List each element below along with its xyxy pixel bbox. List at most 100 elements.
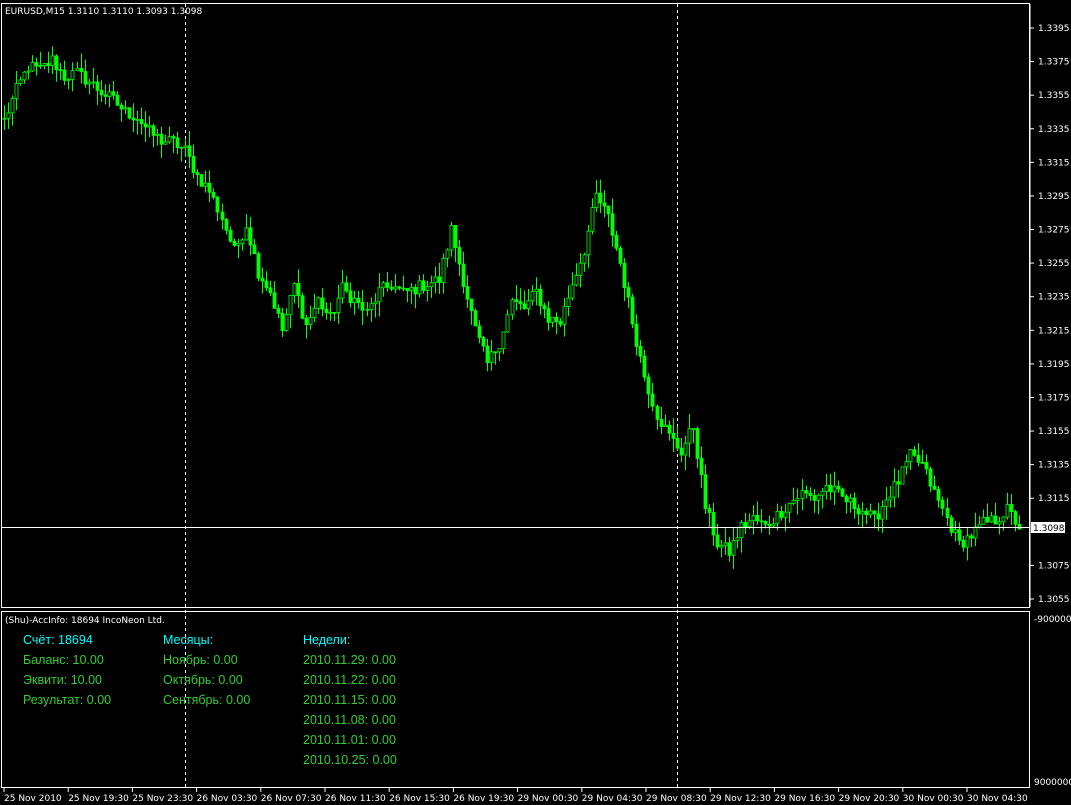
candle [800,478,805,511]
candle [683,435,688,470]
candle [514,285,519,311]
candle [719,540,724,558]
candle [795,488,800,515]
candle [791,487,796,505]
candle [586,224,591,269]
candle [856,504,861,526]
candle [336,284,341,324]
candle [860,502,865,529]
candle [828,473,833,500]
candle [747,513,752,529]
main-chart-frame [1,3,1030,608]
candle [50,46,55,75]
candle [501,331,506,355]
time-label: 26 Nov 15:30 [389,794,450,804]
time-label: 26 Nov 03:30 [197,794,258,804]
candle [445,248,450,268]
candle [272,281,277,309]
candle [558,318,563,328]
candle [489,339,494,371]
candle [409,282,414,305]
candle [876,502,881,532]
candle [497,348,502,361]
candle [735,526,740,549]
candle [622,258,627,302]
candle [264,271,269,292]
account-number: Счёт: 18694 [23,633,93,647]
candle [703,464,708,514]
candle [163,134,168,145]
week-row: 2010.11.22: 0.00 [303,673,396,687]
candle [824,474,829,500]
candle [220,203,225,230]
candle [42,62,47,70]
candle [147,115,152,138]
price-label: 1.3115 [1038,494,1070,504]
candle [280,307,285,337]
candle [518,288,523,311]
candle [526,288,531,316]
candle [22,70,27,84]
candle [461,251,466,294]
price-label: 1.3315 [1038,158,1070,168]
candle [232,238,237,247]
candle [453,224,458,263]
candle [707,504,712,528]
price-label: 1.3375 [1038,58,1070,68]
months-header: Месяцы: [163,633,214,647]
candle [54,54,59,82]
candle [34,57,39,76]
candle [119,102,124,122]
candle [139,107,144,135]
candle [79,53,84,84]
candle [95,74,100,105]
weeks-header: Недели: [303,633,351,647]
candle [175,131,180,155]
candle [904,454,909,475]
candle [949,514,954,537]
candle [723,528,728,555]
candle [852,492,857,519]
candle [896,470,901,498]
price-label: 1.3235 [1038,293,1070,303]
candle [775,503,780,531]
price-label: 1.3055 [1038,595,1070,605]
candle [675,426,680,451]
candle [236,239,241,259]
candle [473,308,478,327]
candle [66,77,71,90]
month-row: Ноябрь: 0.00 [163,653,238,667]
candle [465,275,470,308]
candle [143,111,148,142]
candle [171,134,176,153]
price-axis: 1.3395 1.3375 1.3355 1.3335 1.3315 1.3295 1.32… [1029,4,1070,607]
price-label: 1.3275 [1038,226,1070,236]
candle [510,297,515,320]
candle [989,511,994,523]
candle [308,305,313,330]
time-label: 29 Nov 00:30 [518,794,579,804]
candlesticks [2,46,1022,569]
candle [920,449,925,465]
candle [969,533,974,548]
time-label: 25 Nov 23:30 [132,794,193,804]
candle [554,312,559,335]
candle [659,406,664,435]
candle [953,520,958,542]
equity: Эквити: 10.00 [23,673,103,687]
candle [477,320,482,344]
candle [924,454,929,475]
candle [397,285,402,291]
candle [932,475,937,490]
candle [505,309,510,333]
candle [135,110,140,135]
candle [203,170,208,193]
candle [667,420,672,441]
candle [804,485,809,499]
candle [961,536,966,552]
candle [421,274,426,294]
candle [550,316,555,328]
candle [880,500,885,533]
candle [187,131,192,169]
candle [75,61,80,72]
